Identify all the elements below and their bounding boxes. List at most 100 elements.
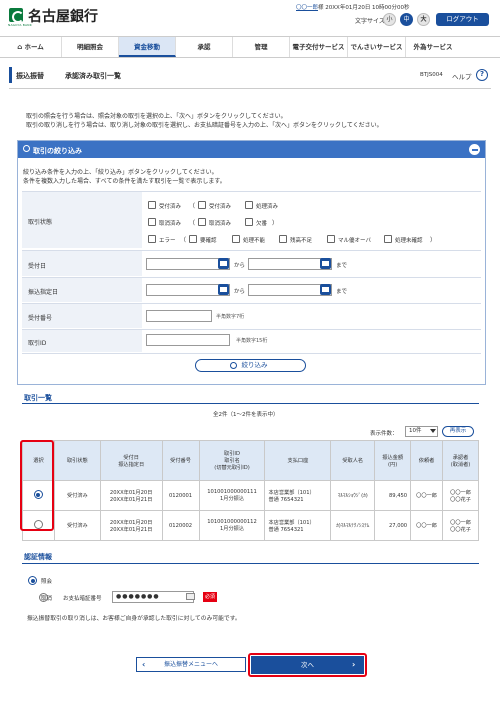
list-section-title: 取引一覧	[24, 394, 52, 402]
status-checkbox-accepted2[interactable]	[198, 201, 206, 209]
filter-panel-header[interactable]	[18, 141, 485, 158]
nav-home[interactable]: ⌂ ホーム	[0, 37, 62, 57]
status-checkbox-pending[interactable]	[384, 235, 392, 243]
instruction-text: 取引の取り消しを行う場合は、取り消し対象の取引を選択し、お支払暗証番号を入力の上…	[26, 122, 383, 129]
tx-id-label-cell: 取引ID	[22, 330, 142, 353]
nav-fund-transfer[interactable]: 資金移動	[119, 37, 176, 57]
calendar-icon[interactable]	[320, 284, 331, 295]
row-approver: 〇〇一郎 〇〇花子	[442, 510, 479, 541]
last-login: 20XX年01月20日 10時00分00秒	[325, 5, 410, 11]
filter-button[interactable]: 絞り込み	[195, 359, 306, 372]
status-checkbox-processed[interactable]	[245, 201, 253, 209]
status-checkbox-insufficient[interactable]	[279, 235, 287, 243]
status-label: 処理不能	[243, 238, 266, 244]
nav-management[interactable]: 管理	[233, 37, 290, 57]
row-amount: 89,450	[374, 480, 412, 511]
calendar-icon[interactable]	[320, 258, 331, 269]
col-amount: 振込金額 (円)	[374, 440, 412, 481]
back-to-menu-button[interactable]: 振込振替メニューへ	[136, 657, 246, 672]
to-label: まで	[336, 263, 348, 269]
filter-description: 絞り込み条件を入力の上、「絞り込み」ボタンをクリックしてください。	[23, 169, 218, 176]
font-large-button[interactable]: 大	[417, 13, 430, 26]
paren: ）	[430, 237, 437, 244]
font-size-label: 文字サイズ	[355, 18, 385, 25]
accept-no-input[interactable]	[146, 310, 212, 322]
nav-inquiry[interactable]: 明細照会	[62, 37, 119, 57]
nav-approval[interactable]: 承認	[176, 37, 233, 57]
col-approver: 承認者 (取消者)	[442, 440, 479, 481]
logout-button[interactable]: ログアウト	[436, 13, 489, 26]
paren: （	[180, 237, 187, 244]
status-label: 処理済み	[256, 204, 279, 210]
user-suffix: 様	[318, 5, 324, 11]
col-accept-no: 受付番号	[161, 440, 200, 481]
status-label: マル優オーバ	[338, 238, 371, 244]
nav-forex[interactable]: 外為サービス	[406, 37, 460, 57]
collapse-icon[interactable]	[469, 144, 480, 155]
status-label: 欠番	[256, 221, 268, 227]
status-checkbox-error[interactable]	[148, 235, 156, 243]
required-badge: 必須	[203, 592, 217, 602]
status-label: 受付済み	[159, 204, 182, 210]
accept-date-label-cell: 受付日	[22, 251, 142, 277]
software-keyboard-icon[interactable]	[186, 593, 195, 600]
from-label: から	[234, 263, 246, 269]
global-nav: ⌂ ホーム 明細照会 資金移動 承認 管理 電子交付サービス でんさいサービス …	[0, 36, 500, 58]
help-link[interactable]: ヘルプ	[452, 71, 472, 81]
accept-no-label-cell: 受付番号	[22, 304, 142, 329]
col-dates: 受付日 振込指定日	[99, 440, 163, 481]
filter-description: 条件を複数入力した場合、すべての条件を満たす取引を一覧で表示します。	[23, 178, 226, 185]
row-accept-no: 0120002	[161, 510, 200, 541]
row-approver: 〇〇一郎 〇〇花子	[442, 480, 479, 511]
table-row[interactable]: 受付済み 20XX年01月20日 20XX年01月21日 0120002 1010…	[22, 510, 479, 541]
nav-e-delivery[interactable]: 電子交付サービス	[290, 37, 348, 57]
font-medium-button[interactable]: 中	[400, 13, 413, 26]
auth-approve-radio[interactable]	[28, 576, 37, 585]
paren: （	[189, 220, 196, 227]
status-label: エラー	[159, 238, 176, 244]
status-checkbox-cancelled2[interactable]	[198, 218, 206, 226]
tx-id-input[interactable]	[146, 334, 230, 346]
calendar-icon[interactable]	[218, 284, 229, 295]
status-label: 取消済み	[159, 221, 182, 227]
filter-title: 取引の絞り込み	[33, 147, 82, 155]
user-name-link[interactable]: 〇〇一郎	[296, 5, 318, 11]
row-requester: 〇〇一郎	[410, 510, 444, 541]
next-button-highlight	[248, 653, 367, 677]
tx-id-hint: 半角数字15桁	[236, 338, 268, 344]
row-payee: ｶ)ﾏﾙﾏﾙﾃｸﾉｼｽﾃﾑ	[330, 510, 376, 541]
auth-note: 振込振替取引の取り消しは、お客様ご自身が承認した取引に対してのみ可能です。	[27, 616, 241, 622]
divider	[9, 88, 491, 89]
row-account: 本店営業部（101） 普通 7654321	[264, 480, 332, 511]
chevron-left-icon: ‹	[142, 660, 146, 669]
row-requester: 〇〇一郎	[410, 480, 444, 511]
redisplay-button[interactable]: 再表示	[442, 426, 474, 437]
status-checkbox-processing-failed[interactable]	[232, 235, 240, 243]
status-checkbox-accepted[interactable]	[148, 201, 156, 209]
status-checkbox-cancelled[interactable]	[148, 218, 156, 226]
col-account: 支払口座	[264, 440, 332, 481]
table-row[interactable]: 受付済み 20XX年01月20日 20XX年01月21日 0120001 1010…	[22, 480, 479, 511]
status-checkbox-limit-over[interactable]	[327, 235, 335, 243]
divider	[22, 353, 481, 354]
status-checkbox-failed[interactable]	[245, 218, 253, 226]
status-checkbox-suspended[interactable]	[189, 235, 197, 243]
pin-input[interactable]: ●●●●●●●	[112, 591, 194, 603]
bank-logo-icon	[9, 8, 24, 23]
page-subtitle: 承認済み取引一覧	[65, 72, 121, 80]
per-page-label: 表示件数：	[370, 431, 398, 437]
help-icon[interactable]: ?	[476, 69, 488, 81]
col-requester: 依頼者	[410, 440, 444, 481]
auth-approve-label: 照会	[41, 579, 53, 585]
status-label: 要確認	[200, 238, 217, 244]
col-payee: 受取人名	[330, 440, 376, 481]
auth-section-title: 認証情報	[24, 553, 52, 561]
table-header-row: 選択 取引状態 受付日 振込指定日 受付番号 取引ID 取引名 (切替元取引ID) 支…	[22, 440, 479, 481]
row-account: 本店営業部（101） 普通 7654321	[264, 510, 332, 541]
chevron-down-icon	[430, 429, 436, 433]
font-small-button[interactable]: 小	[383, 13, 396, 26]
divider	[22, 403, 479, 404]
nav-densai[interactable]: でんさいサービス	[348, 37, 406, 57]
status-label-cell: 取引状態	[22, 192, 142, 249]
calendar-icon[interactable]	[218, 258, 229, 269]
